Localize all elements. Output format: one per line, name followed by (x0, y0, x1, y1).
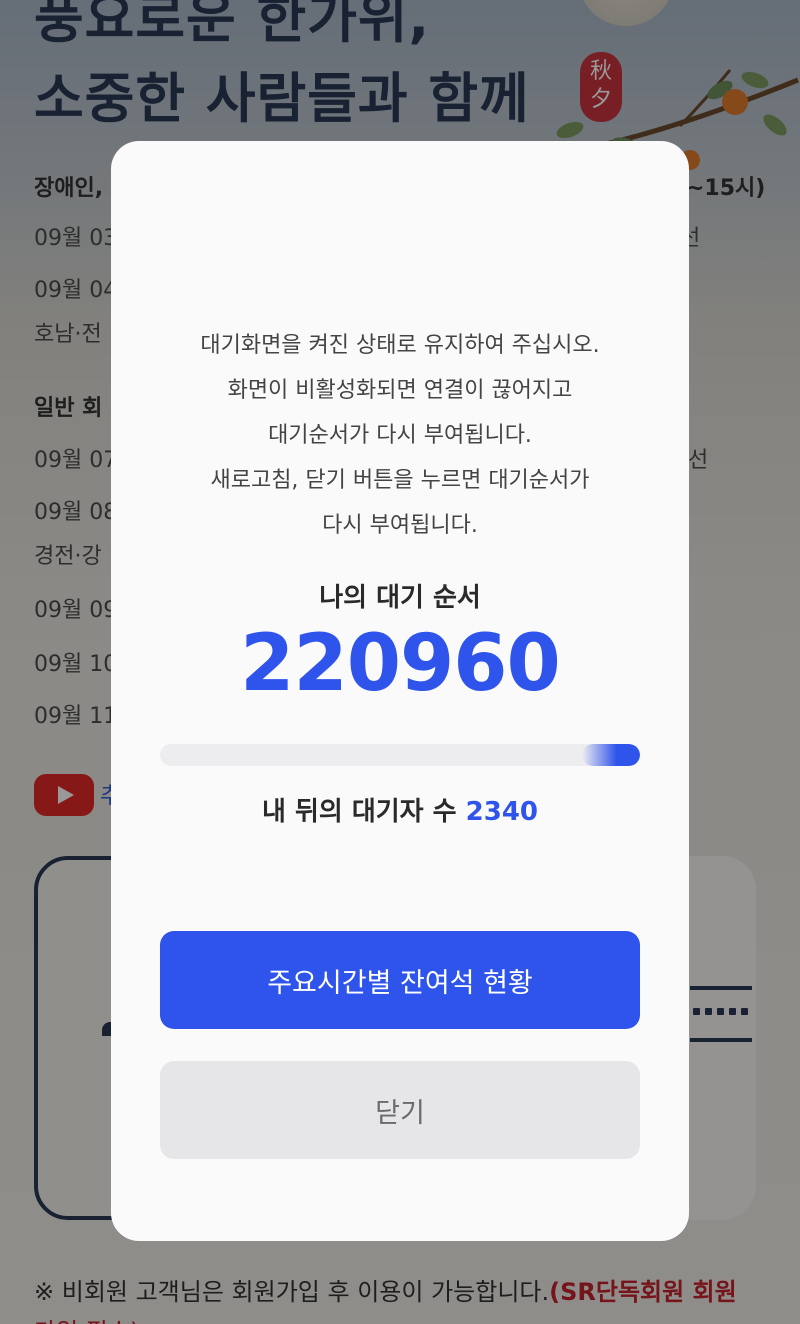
notice-line: 화면이 비활성화되면 연결이 끊어지고 (227, 378, 573, 403)
close-button[interactable]: 닫기 (160, 1061, 640, 1159)
waiting-behind-count: 2340 (465, 797, 539, 827)
notice-line: 대기순서가 다시 부여됩니다. (268, 423, 532, 448)
waiting-queue-modal: 대기화면을 켜진 상태로 유지하여 주십시오. 화면이 비활성화되면 연결이 끊… (111, 141, 689, 1241)
queue-notice: 대기화면을 켜진 상태로 유지하여 주십시오. 화면이 비활성화되면 연결이 끊… (111, 323, 689, 548)
queue-progress-fill (582, 744, 640, 766)
queue-position-number: 220960 (240, 619, 561, 709)
notice-line: 다시 부여됩니다. (322, 513, 478, 538)
waiting-behind: 내 뒤의 대기자 수 2340 (111, 791, 689, 828)
remaining-seats-button[interactable]: 주요시간별 잔여석 현황 (160, 931, 640, 1029)
queue-progress-bar (160, 744, 640, 766)
queue-position-label: 나의 대기 순서 (319, 583, 481, 613)
notice-line: 대기화면을 켜진 상태로 유지하여 주십시오. (200, 333, 600, 358)
notice-line: 새로고침, 닫기 버튼을 누르면 대기순서가 (210, 468, 590, 493)
waiting-behind-label: 내 뒤의 대기자 수 (261, 797, 457, 827)
